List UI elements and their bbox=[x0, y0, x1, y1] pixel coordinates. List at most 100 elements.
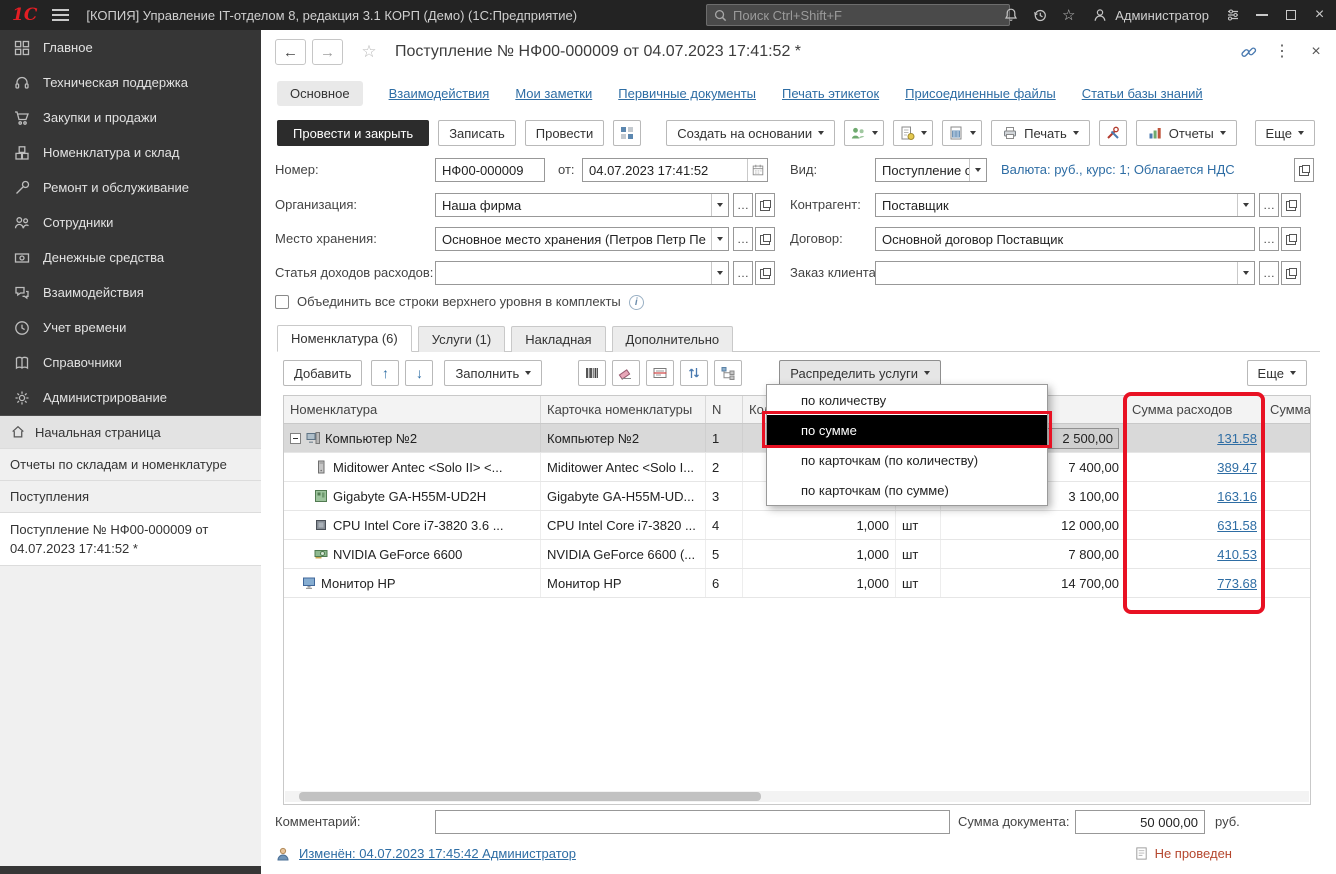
sidebar-item-administration[interactable]: Администрирование bbox=[0, 380, 261, 415]
close-document-button[interactable]: × bbox=[1306, 42, 1326, 62]
client-order-choose-button[interactable]: … bbox=[1259, 261, 1279, 285]
column-header[interactable]: Сумма bbox=[1264, 396, 1310, 423]
fill-button[interactable]: Заполнить bbox=[444, 360, 542, 386]
tab-invoice[interactable]: Накладная bbox=[511, 326, 605, 352]
create-document-button[interactable] bbox=[942, 120, 982, 146]
sidebar-item-repair-service[interactable]: Ремонт и обслуживание bbox=[0, 170, 261, 205]
tab-osnovnoe[interactable]: Основное bbox=[277, 81, 363, 106]
column-header[interactable]: Карточка номенклатуры bbox=[541, 396, 706, 423]
create-contact-button[interactable] bbox=[844, 120, 884, 146]
contractor-select[interactable]: Поставщик bbox=[875, 193, 1255, 217]
document-sum-input[interactable] bbox=[1075, 810, 1205, 834]
interface-settings-button[interactable] bbox=[1218, 0, 1247, 30]
sidebar-item-employees[interactable]: Сотрудники bbox=[0, 205, 261, 240]
expenses-amount-link[interactable]: 773.68 bbox=[1217, 576, 1257, 591]
organization-select[interactable]: Наша фирма bbox=[435, 193, 729, 217]
storage-choose-button[interactable]: … bbox=[733, 227, 753, 251]
menu-item-by-quantity[interactable]: по количеству bbox=[767, 385, 1047, 415]
scrollbar-thumb[interactable] bbox=[299, 792, 761, 801]
history-button[interactable] bbox=[1025, 0, 1054, 30]
move-up-button[interactable]: ↑ bbox=[371, 360, 399, 386]
sidebar-item-interactions[interactable]: Взаимодействия bbox=[0, 275, 261, 310]
contract-input[interactable]: Основной договор Поставщик bbox=[875, 227, 1255, 251]
more-menu-button[interactable]: ⋮ bbox=[1272, 42, 1292, 62]
organization-choose-button[interactable]: … bbox=[733, 193, 753, 217]
currency-info-link[interactable]: Валюта: руб., курс: 1; Облагается НДС bbox=[1001, 158, 1235, 182]
favorites-button[interactable]: ☆ bbox=[1054, 0, 1083, 30]
contractor-open-button[interactable] bbox=[1281, 193, 1301, 217]
post-button[interactable]: Провести bbox=[525, 120, 605, 146]
expense-item-choose-button[interactable]: … bbox=[733, 261, 753, 285]
horizontal-scrollbar[interactable] bbox=[285, 791, 1309, 802]
structure-button[interactable] bbox=[714, 360, 742, 386]
sidebar-item-time-tracking[interactable]: Учет времени bbox=[0, 310, 261, 345]
column-header[interactable]: N bbox=[706, 396, 743, 423]
tab-stati-bazy-znaniy[interactable]: Статьи базы знаний bbox=[1082, 86, 1203, 101]
combo-dropdown-button[interactable] bbox=[969, 159, 986, 181]
open-currency-form-button[interactable] bbox=[1294, 158, 1314, 182]
user-menu-button[interactable]: Администратор bbox=[1083, 7, 1218, 23]
sort-rows-button[interactable] bbox=[680, 360, 708, 386]
sidebar-item-tech-support[interactable]: Техническая поддержка bbox=[0, 65, 261, 100]
tab-vzaimodeystviya[interactable]: Взаимодействия bbox=[389, 86, 490, 101]
expenses-amount-link[interactable]: 163.16 bbox=[1217, 489, 1257, 504]
combo-dropdown-button[interactable] bbox=[711, 228, 728, 250]
comment-input[interactable] bbox=[435, 810, 950, 834]
expenses-amount-link[interactable]: 389.47 bbox=[1217, 460, 1257, 475]
column-header[interactable]: Номенклатура bbox=[284, 396, 541, 423]
storage-open-button[interactable] bbox=[755, 227, 775, 251]
attach-file-button[interactable] bbox=[893, 120, 933, 146]
post-and-close-button[interactable]: Провести и закрыть bbox=[277, 120, 429, 146]
expense-item-open-button[interactable] bbox=[755, 261, 775, 285]
open-window-reports[interactable]: Отчеты по складам и номенклатуре bbox=[0, 449, 261, 481]
reports-button[interactable]: Отчеты bbox=[1136, 120, 1237, 146]
back-button[interactable]: ← bbox=[275, 39, 306, 65]
combo-dropdown-button[interactable] bbox=[711, 262, 728, 284]
contract-choose-button[interactable]: … bbox=[1259, 227, 1279, 251]
combine-rows-checkbox[interactable] bbox=[275, 295, 289, 309]
maximize-button[interactable] bbox=[1276, 0, 1305, 30]
client-order-select[interactable] bbox=[875, 261, 1255, 285]
client-order-open-button[interactable] bbox=[1281, 261, 1301, 285]
table-row[interactable]: CPU Intel Core i7-3820 3.6 ... CPU Intel… bbox=[284, 511, 1310, 540]
clear-button[interactable] bbox=[612, 360, 640, 386]
save-button[interactable]: Записать bbox=[438, 120, 516, 146]
combo-dropdown-button[interactable] bbox=[1237, 262, 1254, 284]
scan-labels-button[interactable] bbox=[646, 360, 674, 386]
move-down-button[interactable]: ↓ bbox=[405, 360, 433, 386]
main-menu-button[interactable] bbox=[52, 9, 69, 21]
table-row[interactable]: NVIDIA GeForce 6600 NVIDIA GeForce 6600 … bbox=[284, 540, 1310, 569]
sidebar-item-references[interactable]: Справочники bbox=[0, 345, 261, 380]
open-window-postupleniya[interactable]: Поступления bbox=[0, 481, 261, 513]
combo-dropdown-button[interactable] bbox=[1237, 194, 1254, 216]
home-page-item[interactable]: Начальная страница bbox=[0, 416, 261, 449]
add-row-button[interactable]: Добавить bbox=[283, 360, 362, 386]
forward-button[interactable]: → bbox=[312, 39, 343, 65]
date-picker-button[interactable] bbox=[747, 159, 767, 181]
more-button[interactable]: Еще bbox=[1255, 120, 1315, 146]
close-window-button[interactable]: × bbox=[1305, 0, 1334, 30]
search-input[interactable] bbox=[733, 8, 1003, 23]
expenses-amount-link[interactable]: 631.58 bbox=[1217, 518, 1257, 533]
distribute-services-button[interactable]: Распределить услуги bbox=[779, 360, 941, 386]
get-link-button[interactable] bbox=[1238, 42, 1258, 62]
organization-open-button[interactable] bbox=[755, 193, 775, 217]
minimize-button[interactable] bbox=[1247, 0, 1276, 30]
date-input[interactable]: 04.07.2023 17:41:52 bbox=[582, 158, 768, 182]
expense-item-select[interactable] bbox=[435, 261, 729, 285]
open-window-current-document[interactable]: Поступление № НФ00-000009 от 04.07.2023 … bbox=[0, 513, 261, 566]
tab-additional[interactable]: Дополнительно bbox=[612, 326, 734, 352]
favorite-toggle[interactable]: ☆ bbox=[357, 42, 381, 62]
global-search-box[interactable] bbox=[706, 4, 1010, 26]
storage-select[interactable]: Основное место хранения (Петров Петр Пе bbox=[435, 227, 729, 251]
tab-pervichnye-dokumenty[interactable]: Первичные документы bbox=[618, 86, 756, 101]
table-more-button[interactable]: Еще bbox=[1247, 360, 1307, 386]
expenses-amount-link[interactable]: 410.53 bbox=[1217, 547, 1257, 562]
notifications-button[interactable] bbox=[996, 0, 1025, 30]
contract-open-button[interactable] bbox=[1281, 227, 1301, 251]
number-input[interactable] bbox=[435, 158, 545, 182]
tab-prisoedinennye-fayly[interactable]: Присоединенные файлы bbox=[905, 86, 1056, 101]
sidebar-item-glavnoe[interactable]: Главное bbox=[0, 30, 261, 65]
table-row[interactable]: Монитор HP Монитор HP 6 1,000 шт 14 700,… bbox=[284, 569, 1310, 598]
kind-select[interactable]: Поступление о bbox=[875, 158, 987, 182]
